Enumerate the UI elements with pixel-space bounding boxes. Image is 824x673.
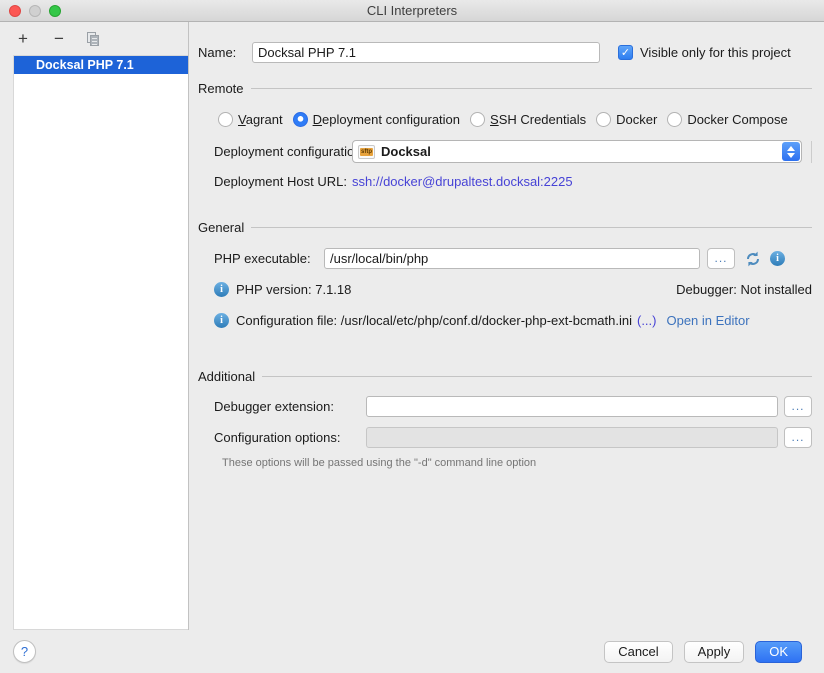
list-toolbar: + − xyxy=(0,22,188,55)
options-note: These options will be passed using the "… xyxy=(222,457,812,469)
deployment-host-url-row: Deployment Host URL: ssh://docker@drupal… xyxy=(214,174,812,189)
radio-circle-icon xyxy=(667,112,682,127)
section-divider xyxy=(251,227,812,228)
deployment-configuration-value: Docksal xyxy=(381,144,431,159)
debugger-status-text: Debugger: Not installed xyxy=(676,282,812,297)
debugger-extension-row: Debugger extension: ... xyxy=(214,396,812,417)
remote-section-header: Remote xyxy=(198,81,812,96)
interpreter-list-panel: + − Docksal PHP 7.1 xyxy=(0,22,189,630)
radio-deployment-configuration[interactable]: Deployment configuration xyxy=(293,112,460,127)
php-version-text: PHP version: 7.1.18 xyxy=(236,282,351,297)
dialog-footer: ? Cancel Apply OK xyxy=(0,630,824,673)
php-version-row: i PHP version: 7.1.18 Debugger: Not inst… xyxy=(214,282,812,297)
copy-interpreter-icon[interactable] xyxy=(87,32,100,46)
deployment-configuration-label: Deployment configuration: xyxy=(214,144,352,159)
general-section-title: General xyxy=(198,220,244,235)
php-executable-row: PHP executable: ... i xyxy=(214,248,812,269)
configuration-options-input[interactable] xyxy=(366,427,778,448)
debugger-extension-input[interactable] xyxy=(366,396,778,417)
visible-only-checkbox[interactable]: ✓ Visible only for this project xyxy=(618,45,791,60)
radio-ssh-credentials[interactable]: SSH Credentials xyxy=(470,112,586,127)
radio-docker-label: Docker xyxy=(616,112,657,127)
interpreter-name: Docksal PHP 7.1 xyxy=(36,58,134,72)
php-executable-label: PHP executable: xyxy=(214,251,324,266)
php-executable-input[interactable] xyxy=(324,248,700,269)
deployment-configuration-select[interactable]: sftp Docksal xyxy=(352,140,802,163)
apply-button[interactable]: Apply xyxy=(684,641,745,663)
radio-selected-icon xyxy=(293,112,308,127)
vertical-divider xyxy=(811,141,812,163)
zoom-window-button[interactable] xyxy=(49,5,61,17)
name-row: Name: ✓ Visible only for this project xyxy=(198,42,812,63)
section-divider xyxy=(251,88,812,89)
list-item[interactable]: Docksal PHP 7.1 xyxy=(14,56,188,74)
radio-vagrant[interactable]: Vagrant xyxy=(218,112,283,127)
radio-vagrant-label: Vagrant xyxy=(238,112,283,127)
minimize-window-button xyxy=(29,5,41,17)
name-input[interactable] xyxy=(252,42,600,63)
deployment-host-url-label: Deployment Host URL: xyxy=(214,174,352,189)
configuration-file-row: i Configuration file: /usr/local/etc/php… xyxy=(214,313,812,328)
sftp-icon: sftp xyxy=(358,145,375,159)
additional-section-title: Additional xyxy=(198,369,255,384)
add-interpreter-button[interactable]: + xyxy=(15,30,31,47)
browse-configuration-options-button[interactable]: ... xyxy=(784,427,812,448)
radio-docker-compose[interactable]: Docker Compose xyxy=(667,112,787,127)
open-in-editor-link[interactable]: Open in Editor xyxy=(666,313,749,328)
interpreter-list: Docksal PHP 7.1 xyxy=(13,55,188,630)
name-label: Name: xyxy=(198,45,252,60)
configuration-options-label: Configuration options: xyxy=(214,430,366,445)
show-all-config-files-link[interactable]: (...) xyxy=(637,313,657,328)
cli-interpreters-dialog: CLI Interpreters + − Docksal PHP 7.1 xyxy=(0,0,824,673)
select-stepper-icon xyxy=(782,142,800,161)
cancel-button[interactable]: Cancel xyxy=(604,641,672,663)
ok-button[interactable]: OK xyxy=(755,641,802,663)
title-bar: CLI Interpreters xyxy=(0,0,824,22)
radio-docker-compose-label: Docker Compose xyxy=(687,112,787,127)
radio-circle-icon xyxy=(596,112,611,127)
browse-debugger-extension-button[interactable]: ... xyxy=(784,396,812,417)
radio-deployment-label: Deployment configuration xyxy=(313,112,460,127)
general-section-header: General xyxy=(198,220,812,235)
configuration-file-text: Configuration file: /usr/local/etc/php/c… xyxy=(236,313,632,328)
traffic-lights xyxy=(9,5,61,17)
browse-php-executable-button[interactable]: ... xyxy=(707,248,735,269)
settings-panel: Name: ✓ Visible only for this project Re… xyxy=(189,22,824,630)
configuration-options-row: Configuration options: ... xyxy=(214,427,812,448)
help-button[interactable]: ? xyxy=(13,640,36,663)
radio-circle-icon xyxy=(218,112,233,127)
remote-type-radio-group: Vagrant Deployment configuration SSH Cre… xyxy=(218,112,824,127)
php-version-info-icon[interactable]: i xyxy=(214,282,229,297)
deployment-host-url-link[interactable]: ssh://docker@drupaltest.docksal:2225 xyxy=(352,174,573,189)
checkbox-check-icon: ✓ xyxy=(618,45,633,60)
section-divider xyxy=(262,376,812,377)
php-executable-info-icon[interactable]: i xyxy=(770,251,785,266)
radio-docker[interactable]: Docker xyxy=(596,112,657,127)
reload-php-info-icon[interactable] xyxy=(744,250,762,268)
remote-section-title: Remote xyxy=(198,81,244,96)
radio-ssh-label: SSH Credentials xyxy=(490,112,586,127)
debugger-extension-label: Debugger extension: xyxy=(214,399,366,414)
visible-only-label: Visible only for this project xyxy=(640,45,791,60)
configuration-file-info-icon[interactable]: i xyxy=(214,313,229,328)
additional-section-header: Additional xyxy=(198,369,812,384)
close-window-button[interactable] xyxy=(9,5,21,17)
remove-interpreter-button[interactable]: − xyxy=(51,30,67,47)
window-title: CLI Interpreters xyxy=(367,3,457,18)
radio-circle-icon xyxy=(470,112,485,127)
deployment-configuration-row: Deployment configuration: sftp Docksal xyxy=(214,140,812,163)
